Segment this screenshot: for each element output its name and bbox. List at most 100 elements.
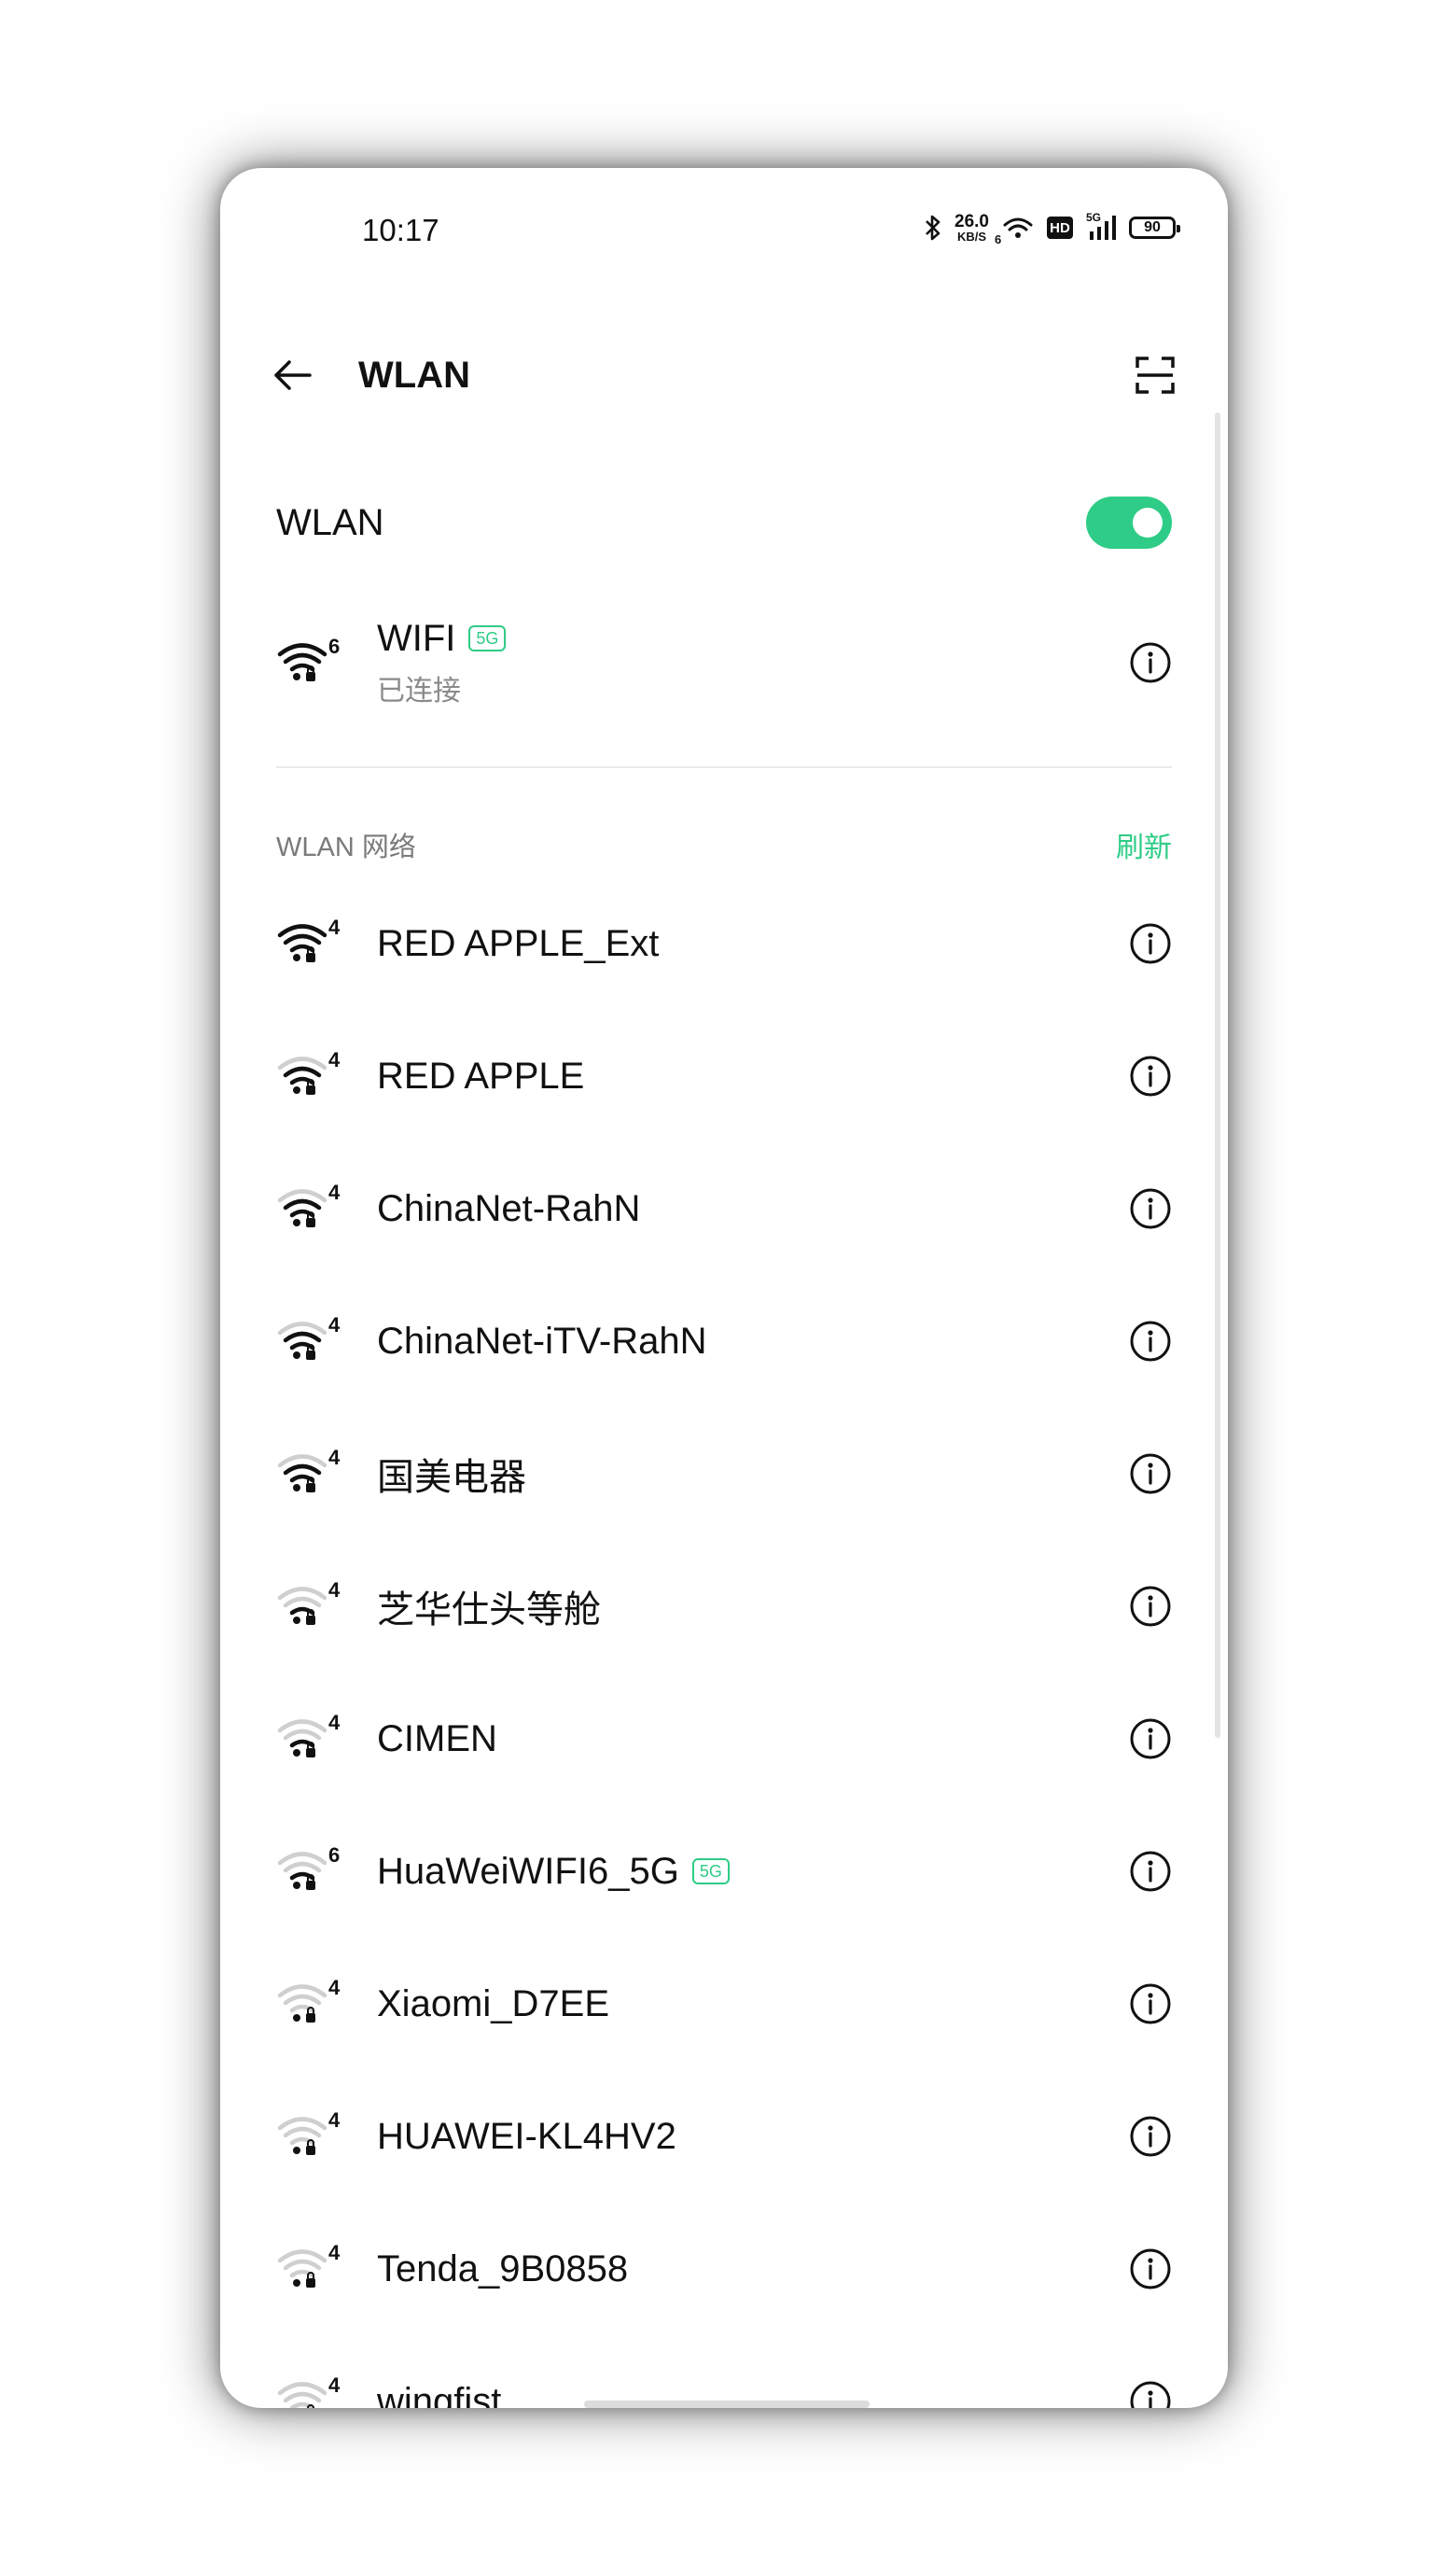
network-name: ChinaNet-RahN (377, 1187, 641, 1229)
wifi-signal-icon: 4 (276, 1578, 341, 1634)
info-icon[interactable] (1129, 641, 1172, 684)
wifi-generation: 4 (328, 2241, 341, 2264)
wifi-signal-icon: 4 (276, 2373, 341, 2408)
wifi-generation: 4 (328, 1313, 341, 1337)
status-bar: 10:17 26.0 KB/S 6 HD 5G 90 (220, 168, 1228, 280)
network-item[interactable]: 4 ChinaNet-RahN (276, 1142, 1172, 1275)
wifi-generation: 4 (328, 2108, 341, 2132)
network-name-block: RED APPLE (377, 1056, 1129, 1098)
info-icon[interactable] (1129, 1452, 1172, 1495)
network-name: CIMEN (377, 1717, 497, 1759)
wifi-generation: 4 (328, 2373, 341, 2397)
info-icon[interactable] (1129, 1187, 1172, 1230)
network-name-block: ChinaNet-RahN (377, 1188, 1129, 1230)
network-name-block: 国美电器 (377, 1447, 1129, 1501)
net-speed: 26.0 KB/S (954, 212, 989, 244)
network-item[interactable]: 4 CIMEN (276, 1673, 1172, 1805)
info-icon[interactable] (1129, 1850, 1172, 1893)
wifi-signal-icon: 6 (276, 1843, 341, 1899)
info-icon[interactable] (1129, 922, 1172, 965)
network-item[interactable]: 4 RED APPLE_Ext (276, 877, 1172, 1010)
wifi-signal-icon: 4 (276, 1313, 341, 1369)
network-name: Xiaomi_D7EE (377, 1982, 610, 2024)
section-header: WLAN 网络 刷新 (276, 821, 1172, 868)
network-name: RED APPLE (377, 1055, 585, 1097)
info-icon[interactable] (1129, 2115, 1172, 2158)
network-name-block: Xiaomi_D7EE (377, 1983, 1129, 2025)
wifi-signal-icon: 4 (276, 1976, 341, 2032)
network-name: ChinaNet-iTV-RahN (377, 1320, 707, 1362)
info-icon[interactable] (1129, 1717, 1172, 1760)
wlan-switch[interactable] (1086, 497, 1172, 549)
bluetooth-icon (925, 214, 941, 242)
network-item[interactable]: 6 HuaWeiWIFI6_5G 5G (276, 1805, 1172, 1938)
wifi-signal-icon: 4 (276, 1181, 341, 1237)
wifi-generation: 4 (328, 1048, 341, 1071)
5g-badge: 5G (468, 625, 507, 651)
cellular-signal-icon: 5G (1086, 211, 1116, 241)
wifi-signal-icon: 4 (276, 1711, 341, 1767)
wifi-status-icon: 6 (995, 216, 1034, 246)
network-name: 国美电器 (377, 1457, 526, 1498)
network-name-block: RED APPLE_Ext (377, 923, 1129, 965)
network-item[interactable]: 4 RED APPLE (276, 1010, 1172, 1142)
connected-network[interactable]: 6 WIFI 5G 已连接 (276, 597, 1172, 728)
status-icons: 26.0 KB/S 6 HD 5G 90 (925, 207, 1180, 248)
network-name: HuaWeiWIFI6_5G (377, 1850, 679, 1892)
network-name: wingfist (377, 2380, 502, 2409)
wifi-signal-icon: 4 (276, 1048, 341, 1104)
wifi-signal-icon: 4 (276, 916, 341, 972)
wifi-signal-icon: 4 (276, 1446, 341, 1502)
home-indicator[interactable] (584, 2401, 870, 2408)
network-name-block: ChinaNet-iTV-RahN (377, 1321, 1129, 1363)
wifi-generation: 4 (328, 1976, 341, 1999)
title-bar: WLAN (220, 327, 1228, 429)
wifi-generation: 4 (328, 1711, 341, 1734)
info-icon[interactable] (1129, 2380, 1172, 2408)
wifi-signal-icon: 6 (276, 635, 341, 691)
network-name-block: 芝华仕头等舱 (377, 1579, 1129, 1633)
info-icon[interactable] (1129, 1055, 1172, 1098)
wlan-toggle-label: WLAN (276, 501, 384, 543)
network-item[interactable]: 4 HUAWEI-KL4HV2 (276, 2070, 1172, 2203)
divider (276, 766, 1172, 768)
network-list: 4 RED APPLE_Ext 4 RED APPLE 4 ChinaNet-RahN 4 C… (276, 877, 1172, 2408)
network-item[interactable]: 4 Tenda_9B0858 (276, 2203, 1172, 2335)
network-item[interactable]: 4 wingfist (276, 2335, 1172, 2408)
wifi-generation: 4 (328, 916, 341, 939)
scrollbar[interactable] (1215, 413, 1220, 1738)
network-item[interactable]: 4 国美电器 (276, 1407, 1172, 1540)
info-icon[interactable] (1129, 1982, 1172, 2025)
connected-name-block: WIFI 5G 已连接 (377, 618, 1129, 708)
info-icon[interactable] (1129, 2247, 1172, 2290)
wifi-signal-icon: 4 (276, 2241, 341, 2297)
5g-badge: 5G (691, 1858, 730, 1884)
wlan-toggle-row[interactable]: WLAN (276, 467, 1172, 579)
network-name-block: CIMEN (377, 1718, 1129, 1760)
phone-screen: 10:17 26.0 KB/S 6 HD 5G 90 WLAN WLAN 6 W… (220, 168, 1228, 2408)
network-name: HUAWEI-KL4HV2 (377, 2115, 676, 2157)
refresh-button[interactable]: 刷新 (1116, 824, 1172, 865)
scan-qr-icon[interactable] (1135, 355, 1176, 396)
wifi-generation: 6 (328, 1843, 341, 1867)
network-name: RED APPLE_Ext (377, 922, 660, 964)
wifi-generation: 4 (328, 1446, 341, 1469)
connected-status: 已连接 (377, 675, 461, 707)
network-name: 芝华仕头等舱 (377, 1589, 601, 1631)
status-time: 10:17 (362, 213, 439, 247)
back-arrow-icon[interactable] (271, 353, 315, 398)
connected-network-name: WIFI (377, 617, 456, 659)
battery-icon: 90 (1129, 217, 1180, 239)
network-name-block: Tenda_9B0858 (377, 2248, 1129, 2290)
info-icon[interactable] (1129, 1320, 1172, 1363)
network-item[interactable]: 4 ChinaNet-iTV-RahN (276, 1275, 1172, 1407)
info-icon[interactable] (1129, 1585, 1172, 1628)
wifi-generation: 4 (328, 1578, 341, 1602)
network-name-block: HuaWeiWIFI6_5G 5G (377, 1851, 1129, 1893)
network-item[interactable]: 4 Xiaomi_D7EE (276, 1938, 1172, 2070)
network-item[interactable]: 4 芝华仕头等舱 (276, 1540, 1172, 1673)
page-title: WLAN (358, 355, 470, 396)
wifi-generation: 4 (328, 1181, 341, 1204)
hd-icon: HD (1047, 217, 1073, 239)
network-name: Tenda_9B0858 (377, 2247, 629, 2289)
